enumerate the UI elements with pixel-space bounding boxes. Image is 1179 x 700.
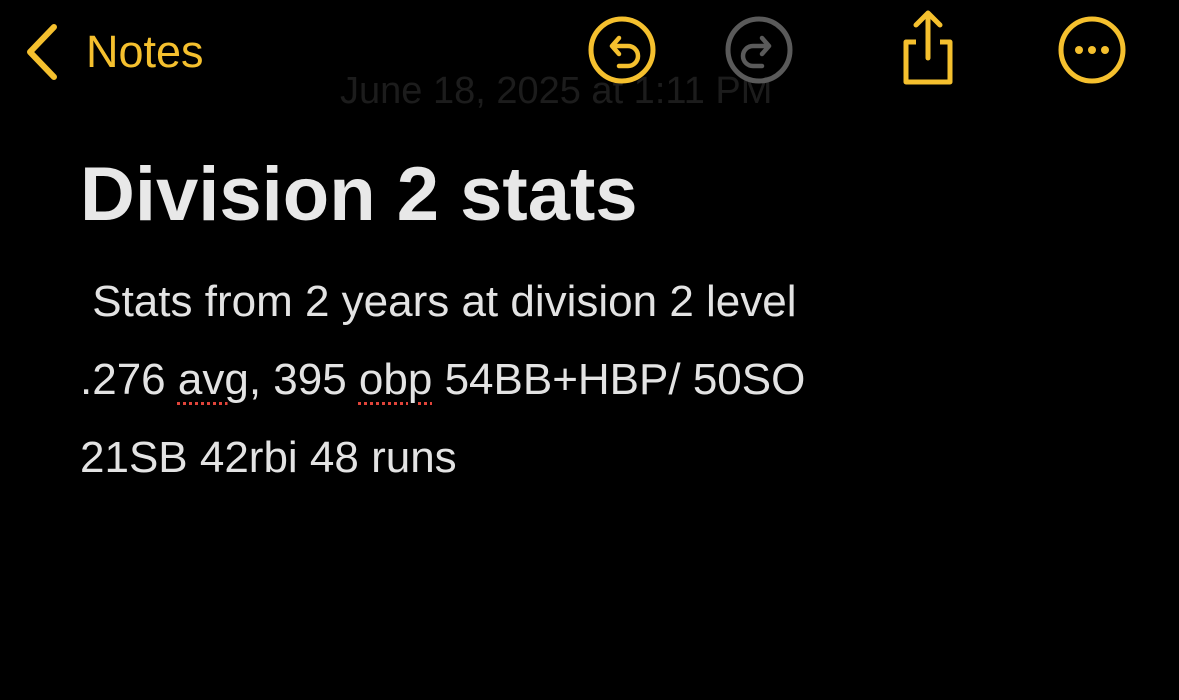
- more-icon: [1056, 14, 1128, 91]
- text-segment: .276: [80, 355, 178, 404]
- navigation-bar: Notes June 18, 2025 at 1:11 PM: [0, 0, 1179, 112]
- note-body-line[interactable]: .276 avg, 395 obp 54BB+HBP/ 50SO: [80, 354, 805, 406]
- text-segment: , 395: [248, 355, 359, 404]
- note-body-line[interactable]: Stats from 2 years at division 2 level: [80, 276, 796, 328]
- more-button[interactable]: [1056, 16, 1128, 88]
- back-button[interactable]: Notes: [22, 20, 204, 84]
- undo-icon: [586, 14, 658, 91]
- misspelled-word[interactable]: avg: [178, 355, 249, 404]
- share-icon: [894, 8, 962, 93]
- back-label: Notes: [86, 26, 204, 77]
- note-title[interactable]: Division 2 stats: [80, 150, 638, 240]
- text-segment: 54BB+HBP/ 50SO: [432, 355, 806, 404]
- chevron-left-icon: [22, 23, 62, 81]
- misspelled-word[interactable]: obp: [359, 355, 432, 404]
- share-button[interactable]: [894, 10, 962, 90]
- note-body-line[interactable]: 21SB 42rbi 48 runs: [80, 432, 457, 484]
- undo-button[interactable]: [586, 16, 658, 88]
- note-date: June 18, 2025 at 1:11 PM: [340, 70, 773, 112]
- redo-icon: [723, 14, 795, 91]
- redo-button[interactable]: [723, 16, 795, 88]
